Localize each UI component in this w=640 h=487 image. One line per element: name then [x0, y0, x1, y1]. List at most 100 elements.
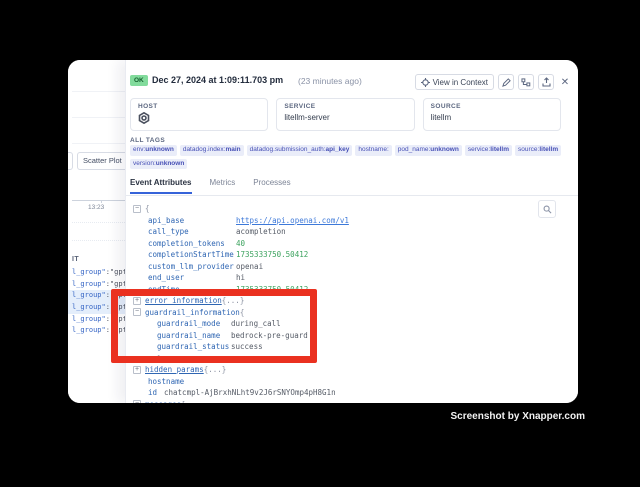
scatter-plot-button[interactable]: Scatter Plot — [77, 152, 128, 170]
attribute-row-messages: − messages [ — [133, 399, 574, 404]
tag-pill[interactable]: version:unknown — [130, 159, 187, 170]
row-value: :"gpt- — [106, 303, 125, 311]
source-card[interactable]: SOURCE litellm — [423, 98, 561, 131]
attribute-key[interactable]: call_type — [148, 226, 236, 238]
attribute-key[interactable]: hostname — [148, 376, 184, 388]
collapse-icon[interactable]: − — [133, 205, 141, 213]
tag-pill[interactable]: service:litellm — [465, 145, 512, 156]
host-card[interactable]: HOST — [130, 98, 268, 131]
list-item[interactable]: l_group":"gpt- — [68, 325, 125, 337]
service-label: SERVICE — [284, 103, 406, 110]
attribute-key[interactable]: end_user — [148, 272, 236, 284]
tab-metrics[interactable]: Metrics — [210, 178, 236, 194]
tab-processes[interactable]: Processes — [253, 178, 290, 194]
axis-tick-label: 13:23 — [88, 204, 104, 211]
tag-key: version: — [133, 160, 156, 167]
attribute-key[interactable]: guardrail_status — [157, 341, 231, 353]
attribute-row-id: idchatcmpl-AjBrxhNLht9v2J6rSNYOmp4pH8G1n — [133, 387, 574, 399]
attribute-key[interactable]: completionStartTime — [148, 249, 236, 261]
view-in-context-label: View in Context — [433, 78, 488, 87]
attribute-value: bedrock-pre-guard — [231, 330, 308, 342]
brace: { — [145, 203, 150, 215]
view-in-context-button[interactable]: View in Context — [415, 74, 494, 90]
tag-pill[interactable]: pod_name:unknown — [395, 145, 462, 156]
attribute-key[interactable]: completion_tokens — [148, 238, 236, 250]
relative-time: (23 minutes ago) — [298, 76, 362, 86]
list-item[interactable]: l_group":"gpt- — [68, 290, 125, 302]
expand-icon[interactable]: + — [133, 297, 141, 305]
host-label: HOST — [138, 103, 260, 110]
service-value: litellm-server — [284, 113, 406, 122]
attribute-row-completionStartTime: completionStartTime1735333750.50412 — [133, 249, 574, 261]
collapse-icon[interactable]: − — [133, 400, 141, 403]
tag-pill[interactable]: datadog.index:main — [180, 145, 244, 156]
attribute-key[interactable]: endTime — [148, 284, 236, 296]
tag-pill[interactable]: env:unknown — [130, 145, 177, 156]
axis-tick-mark — [101, 200, 102, 203]
background-left-panel: Scatter Plot 13:23 IT l_group":"gpt-4ol_… — [68, 60, 125, 403]
event-attributes-tree: −{api_basehttps://api.openai.com/v1call_… — [133, 203, 574, 403]
attribute-key[interactable]: api_base — [148, 215, 236, 227]
attribute-key[interactable]: hidden_params — [145, 364, 204, 376]
tag-value: unknown — [156, 160, 185, 167]
divider — [72, 117, 125, 118]
attribute-row: } — [133, 353, 574, 365]
attribute-key[interactable]: guardrail_information — [145, 307, 240, 319]
list-item[interactable]: l_group":"gpt-4o — [68, 279, 125, 291]
attribute-key[interactable]: guardrail_mode — [157, 318, 231, 330]
attribute-key[interactable]: guardrail_name — [157, 330, 231, 342]
watermark-text: Screenshot by Xnapper.com — [451, 411, 586, 422]
attribute-key[interactable]: error_information — [145, 295, 222, 307]
tag-pill[interactable]: source:litellm — [515, 145, 561, 156]
attribute-value: acompletion — [236, 226, 286, 238]
attribute-value: chatcmpl-AjBrxhNLht9v2J6rSNYOmp4pH8G1n — [164, 387, 336, 399]
brace: { — [240, 307, 245, 319]
row-key: l_group" — [72, 268, 106, 276]
attribute-key[interactable]: custom_llm_provider — [148, 261, 236, 273]
tag-pill[interactable]: hostname: — [355, 145, 391, 156]
brace: [ — [181, 399, 186, 404]
attribute-row-hostname: hostname — [133, 376, 574, 388]
attribute-value: 1735333750.50412 — [236, 284, 308, 296]
event-detail-panel: OK Dec 27, 2024 at 1:09:11.703 pm (23 mi… — [125, 60, 578, 403]
attribute-row-guardrail_information: −guardrail_information { — [133, 307, 574, 319]
list-item[interactable]: l_group":"gpt-4o — [68, 267, 125, 279]
related-items-button[interactable] — [518, 74, 534, 90]
attribute-key[interactable]: id — [148, 387, 164, 399]
attribute-value: 40 — [236, 238, 245, 250]
attribute-value: hi — [236, 272, 245, 284]
pencil-icon — [502, 78, 511, 87]
divider — [72, 91, 125, 92]
attribute-value: success — [231, 341, 263, 353]
list-item[interactable]: l_group":"gpt- — [68, 302, 125, 314]
attribute-row-endTime: endTime1735333750.50412 — [133, 284, 574, 296]
edit-button[interactable] — [498, 74, 514, 90]
attribute-value[interactable]: https://api.openai.com/v1 — [236, 215, 349, 227]
export-icon — [542, 77, 551, 87]
chart-x-axis — [72, 200, 125, 201]
close-button[interactable]: ✕ — [558, 74, 572, 90]
tab-event-attributes[interactable]: Event Attributes — [130, 178, 192, 194]
attribute-row-api_base: api_basehttps://api.openai.com/v1 — [133, 215, 574, 227]
partial-button[interactable] — [68, 152, 73, 170]
tag-pill[interactable]: datadog.submission_auth:api_key — [247, 145, 353, 156]
collapse-icon[interactable]: − — [133, 308, 141, 316]
attribute-key[interactable]: messages — [145, 399, 181, 404]
header-actions: View in Context — [415, 74, 572, 90]
divider — [72, 143, 125, 144]
expand-icon[interactable]: + — [133, 366, 141, 374]
export-button[interactable] — [538, 74, 554, 90]
tag-value: litellm — [490, 146, 509, 153]
attribute-row-hidden_params: +hidden_params {...} — [133, 364, 574, 376]
meta-cards-row: HOST SERVICE litellm-server SOURCE litel… — [130, 98, 561, 131]
attribute-row-guardrail_status: guardrail_statussuccess — [133, 341, 574, 353]
attribute-row-custom_llm_provider: custom_llm_provideropenai — [133, 261, 574, 273]
close-icon: ✕ — [561, 77, 569, 88]
attribute-value: 1735333750.50412 — [236, 249, 308, 261]
brace: {...} — [222, 295, 245, 307]
list-item[interactable]: l_group":"gpt- — [68, 314, 125, 326]
row-key: l_group" — [72, 280, 106, 288]
service-card[interactable]: SERVICE litellm-server — [276, 98, 414, 131]
tag-value: unknown — [145, 146, 174, 153]
tag-value: main — [225, 146, 240, 153]
